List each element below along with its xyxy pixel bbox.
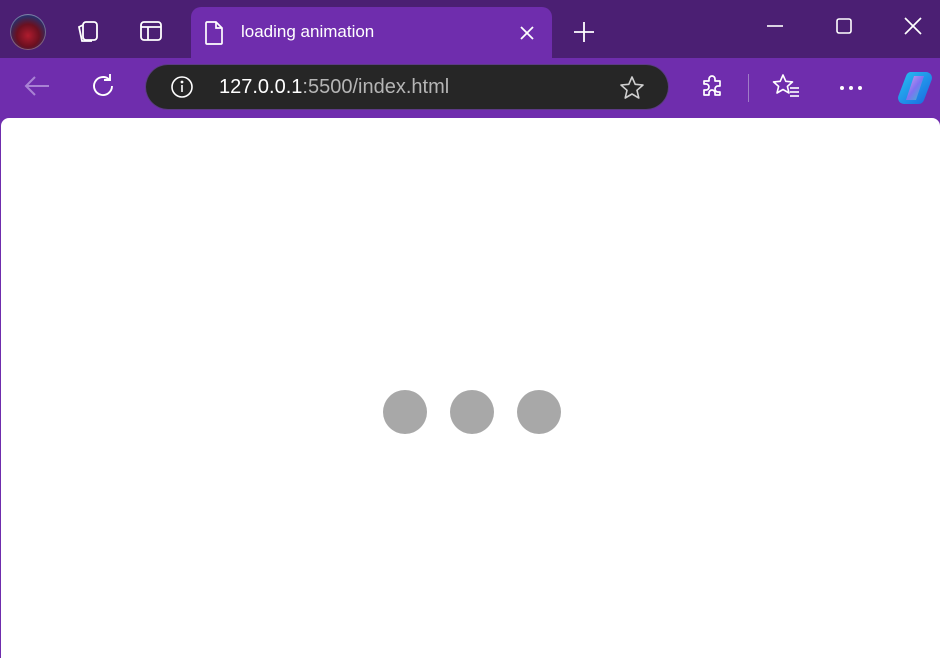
page-viewport bbox=[1, 118, 940, 658]
workspaces-icon[interactable] bbox=[71, 14, 105, 48]
url-text[interactable]: 127.0.0.1:5500/index.html bbox=[219, 76, 449, 99]
add-favorite-star-icon[interactable] bbox=[618, 74, 646, 102]
tab-title: loading animation bbox=[241, 22, 375, 41]
favorites-icon bbox=[772, 73, 800, 104]
refresh-icon bbox=[89, 72, 117, 105]
toolbar: 127.0.0.1:5500/index.html bbox=[0, 58, 940, 118]
new-tab-button[interactable] bbox=[568, 16, 600, 48]
refresh-button[interactable] bbox=[85, 70, 121, 106]
back-arrow-icon bbox=[23, 74, 51, 103]
more-button[interactable] bbox=[833, 70, 869, 106]
url-path: :5500/index.html bbox=[302, 76, 450, 98]
close-icon bbox=[903, 16, 923, 41]
close-button[interactable] bbox=[893, 10, 933, 46]
extensions-button[interactable] bbox=[694, 70, 730, 106]
url-host: 127.0.0.1 bbox=[219, 76, 303, 98]
loading-dots bbox=[383, 390, 563, 434]
title-bar: loading animation bbox=[0, 0, 940, 58]
loading-dot bbox=[517, 390, 561, 434]
address-bar[interactable]: 127.0.0.1:5500/index.html bbox=[146, 65, 668, 109]
maximize-icon bbox=[835, 17, 853, 40]
tab-close-icon[interactable] bbox=[516, 22, 538, 44]
copilot-icon[interactable] bbox=[896, 70, 934, 106]
loading-dot bbox=[383, 390, 427, 434]
document-icon bbox=[203, 20, 225, 51]
favorites-button[interactable] bbox=[768, 70, 804, 106]
tab-loading-animation[interactable]: loading animation bbox=[191, 7, 552, 58]
minimize-icon bbox=[766, 17, 784, 40]
vertical-tabs-icon[interactable] bbox=[134, 14, 168, 48]
loading-dot bbox=[450, 390, 494, 434]
toolbar-divider bbox=[748, 74, 749, 102]
puzzle-icon bbox=[699, 73, 725, 104]
back-button[interactable] bbox=[19, 70, 55, 106]
more-options-icon bbox=[839, 79, 863, 97]
minimize-button[interactable] bbox=[755, 10, 795, 46]
site-info-icon[interactable] bbox=[170, 75, 194, 99]
maximize-button[interactable] bbox=[824, 10, 864, 46]
profile-avatar[interactable] bbox=[10, 14, 46, 50]
